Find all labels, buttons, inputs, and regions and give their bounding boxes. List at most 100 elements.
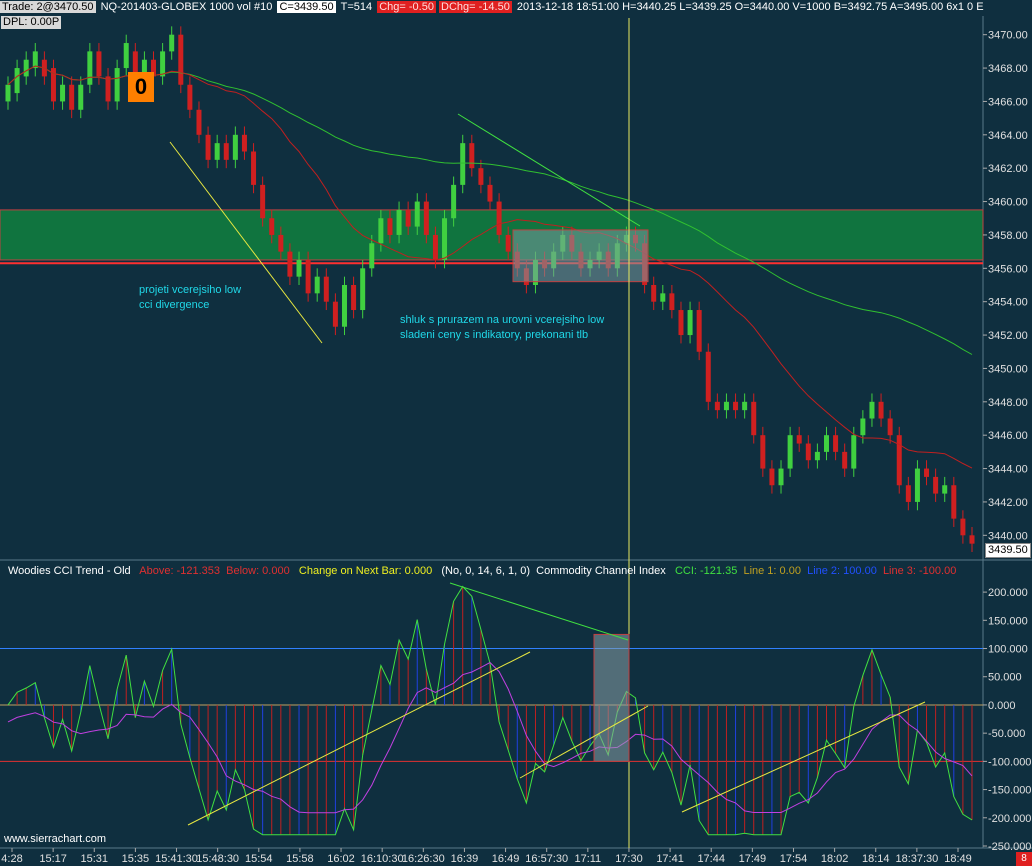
close-value: C=3439.50 [277,1,336,13]
candle-body [96,51,102,77]
change-value: Chg= -0.50 [377,1,436,13]
candle-body [696,310,702,352]
candle-body [269,218,275,235]
price-tick-label: 3448.00 [988,397,1028,409]
cci-tick-label: 0.000 [988,700,1016,712]
time-tick-label: 15:58 [286,853,314,865]
annotation-line: cci divergence [139,299,210,311]
candle-body [160,51,166,77]
candle-body [405,209,411,227]
candle-body [260,184,266,219]
candle-body [341,285,347,327]
candle-body [651,285,657,302]
candle-body [296,259,302,277]
candle-body [232,134,238,160]
time-tick-label: 4:28 [1,853,22,865]
cci-line [7,585,973,836]
cci-study-header: Woodies CCI Trend - Old Above: -121.353 … [8,565,956,577]
candle-body [869,401,875,419]
last-price-box: 3439.50 [985,543,1031,558]
trendline-resistance [457,113,641,227]
candle-body [714,401,720,411]
annotation-low-divergence: projeti vcerejsiho low cci divergence [139,283,241,313]
candle-body [687,310,693,336]
price-tick-label: 3458.00 [988,230,1028,242]
time-tick-label: 16:10:30 [361,853,404,865]
candle-body [814,451,820,461]
candle-body [387,218,393,235]
candle-body [305,259,311,294]
cci-tick-label: -100.000 [988,756,1031,768]
cci-tick-label: -200.000 [988,813,1031,825]
cci-trendline-3 [681,701,926,813]
cci-name: Commodity Channel Index [536,565,666,577]
candle-body [778,468,784,486]
cci-cluster-box [593,633,630,762]
candle-body [887,418,893,436]
annotation-cluster-breakout: shluk s prurazem na urovni vcerejsiho lo… [400,313,604,343]
moving-average-fast [7,65,973,469]
time-tick-label: 15:17 [39,853,67,865]
candle-body [733,401,739,411]
line2-value: Line 2: 100.00 [807,565,877,577]
price-tick-label: 3454.00 [988,297,1028,309]
time-tick-label: 17:30 [615,853,643,865]
candle-body [842,451,848,469]
candle-body [896,435,902,486]
price-tick-label: 3464.00 [988,130,1028,142]
symbol-info: NQ-201403-GLOBEX 1000 vol #10 [100,1,273,13]
candle-body [769,468,775,486]
candle-body [442,218,448,260]
candle-body [960,518,966,536]
chart-window[interactable]: 3470.00 3468.00 3466.00 3464.00 3462.00 3460.… [0,0,1032,866]
candle-body [87,51,93,85]
candle-body [942,485,948,494]
time-tick-label: 16:39 [451,853,479,865]
annotation-line: projeti vcerejsiho low [139,284,242,296]
time-tick-label: 17:41 [656,853,684,865]
time-tick-label: 18:49 [944,853,972,865]
time-tick-label: 15:48:30 [196,853,239,865]
tick-count: T=514 [340,1,373,13]
candle-body [933,476,939,494]
candle-body [751,401,757,436]
cci-resistance-line [449,582,629,641]
cci-tick-label: 200.000 [988,587,1028,599]
candle-body [69,84,75,110]
time-tick-label: 17:54 [780,853,808,865]
candle-body [23,59,29,77]
candle-body [14,68,20,94]
price-tick-label: 3450.00 [988,363,1028,375]
candle-body [723,401,729,411]
candle-body [496,201,502,235]
candle-body [287,251,293,277]
study-params: (No, 0, 14, 6, 1, 0) [441,565,531,577]
daily-change-value: DChg= -14.50 [439,1,512,13]
cci-tick-label: 50.000 [988,672,1022,684]
study-above: Above: -121.353 [139,565,220,577]
cci-tick-label: -50.000 [988,728,1025,740]
candle-body [678,310,684,336]
study-change: Change on Next Bar: 0.000 [298,565,433,577]
yesterday-low-zone [0,209,984,261]
candle-body [660,293,666,302]
time-tick-label: 17:49 [739,853,767,865]
trade-info: Trade: 2@3470.50 [0,1,96,13]
position-badge: 0 [128,72,154,102]
price-tick-label: 3444.00 [988,464,1028,476]
chart-header: Trade: 2@3470.50 NQ-201403-GLOBEX 1000 v… [0,0,984,16]
candle-body [323,276,329,302]
candle-body [205,134,211,160]
candle-body [169,34,175,52]
price-and-cci-chart[interactable]: 3470.00 3468.00 3466.00 3464.00 3462.00 3460.… [0,0,1032,866]
time-tick-label: 15:35 [122,853,150,865]
corner-indicator[interactable]: 8 [1016,852,1032,866]
candle-body [760,435,766,469]
candle-body [187,84,193,110]
candle-body [487,184,493,202]
price-tick-label: 3442.00 [988,497,1028,509]
candle-body [905,485,911,502]
candle-body [396,209,402,235]
candle-body [478,168,484,185]
time-tick-label: 16:49 [492,853,520,865]
